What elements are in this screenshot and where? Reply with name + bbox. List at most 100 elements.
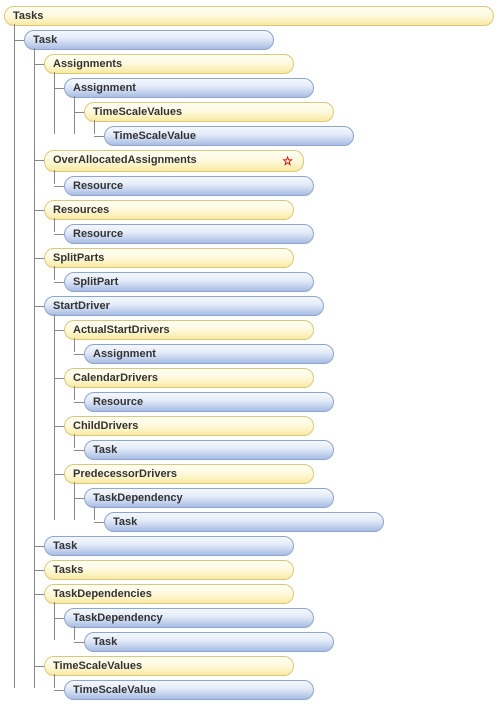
tree-node-task[interactable]: Task (84, 438, 502, 462)
node-pill[interactable]: Tasks (44, 560, 294, 580)
node-label: TaskDependency (73, 612, 163, 624)
node-pill[interactable]: Task (84, 440, 334, 460)
node-label: Task (93, 636, 117, 648)
children-container: TimeScaleValues TimeScaleValue (84, 100, 502, 148)
children-container: Task (84, 630, 502, 654)
node-pill[interactable]: TaskDependency (64, 608, 314, 628)
tree-node-resource[interactable]: Resource (84, 390, 502, 414)
tree-root: Tasks Task Assignments Assignment TimeScaleV… (4, 4, 502, 702)
node-label: TimeScaleValue (113, 130, 196, 142)
node-label: Tasks (53, 564, 83, 576)
node-label: Resource (73, 180, 123, 192)
node-pill[interactable]: Resource (64, 224, 314, 244)
node-label: SplitParts (53, 252, 104, 264)
node-pill[interactable]: OverAllocatedAssignments ☆ (44, 150, 304, 172)
tree-node-calendardrivers[interactable]: CalendarDrivers Resource (64, 366, 502, 414)
node-pill[interactable]: ActualStartDrivers (64, 320, 314, 340)
node-pill[interactable]: TimeScaleValue (64, 680, 314, 700)
tree-node-timescalevalue[interactable]: TimeScaleValue (104, 124, 502, 148)
node-pill[interactable]: Assignments (44, 54, 294, 74)
node-label: Resources (53, 204, 109, 216)
tree-node-tasks[interactable]: Tasks Task Assignments Assignment TimeScaleV… (4, 4, 502, 702)
tree-node-assignments[interactable]: AssignmentsAssignmentTimeScaleValuesTime… (44, 52, 502, 148)
children-container: Resource (64, 222, 502, 246)
tree-node-taskdependency[interactable]: TaskDependency Task (84, 486, 502, 534)
node-pill[interactable]: CalendarDrivers (64, 368, 314, 388)
node-pill[interactable]: Resources (44, 200, 294, 220)
tree-node-taskdependencies[interactable]: TaskDependencies TaskDependency Task (44, 582, 502, 654)
node-label: Assignments (53, 58, 122, 70)
node-label: StartDriver (53, 300, 110, 312)
children-container: TaskDependency Task (64, 606, 502, 654)
node-pill[interactable]: TaskDependency (84, 488, 334, 508)
node-pill[interactable]: Task (24, 30, 274, 50)
children-container: Assignment TimeScaleValues TimeScaleValue (64, 76, 502, 148)
node-label: TimeScaleValues (53, 660, 142, 672)
node-pill[interactable]: Assignment (64, 78, 314, 98)
tree-node-childdrivers[interactable]: ChildDrivers Task (64, 414, 502, 462)
children-container: Assignment (84, 342, 502, 366)
node-label: TaskDependency (93, 492, 183, 504)
tree-node-resource[interactable]: Resource (64, 174, 502, 198)
tree-node-splitpart[interactable]: SplitPart (64, 270, 502, 294)
node-pill[interactable]: PredecessorDrivers (64, 464, 314, 484)
node-label: Assignment (73, 82, 136, 94)
node-label: Task (33, 34, 57, 46)
node-pill[interactable]: Resource (84, 392, 334, 412)
children-container: Resource (84, 390, 502, 414)
node-label: TimeScaleValues (93, 106, 182, 118)
node-label: TaskDependencies (53, 588, 152, 600)
tree-node-predecessordrivers[interactable]: PredecessorDrivers TaskDependency Task (64, 462, 502, 534)
node-pill[interactable]: Task (104, 512, 384, 532)
node-label: Resource (73, 228, 123, 240)
node-label: ActualStartDrivers (73, 324, 170, 336)
tree-node-timescalevalues[interactable]: TimeScaleValues TimeScaleValue (44, 654, 502, 702)
node-pill[interactable]: TaskDependencies (44, 584, 294, 604)
star-icon: ☆ (282, 154, 293, 168)
node-pill[interactable]: Resource (64, 176, 314, 196)
tree-node-splitparts[interactable]: SplitParts SplitPart (44, 246, 502, 294)
tree-node-task[interactable]: Task (44, 534, 502, 558)
node-label: Tasks (13, 10, 43, 22)
node-label: Task (93, 444, 117, 456)
tree-node-tasks[interactable]: Tasks (44, 558, 502, 582)
tree-node-resource[interactable]: Resource (64, 222, 502, 246)
tree-node-overallocatedassignments[interactable]: OverAllocatedAssignments ☆ Resource (44, 148, 502, 198)
children-container: TimeScaleValue (104, 124, 502, 148)
children-container: Resource (64, 174, 502, 198)
tree-node-task[interactable]: Task (84, 630, 502, 654)
node-pill[interactable]: TimeScaleValues (44, 656, 294, 676)
node-label: OverAllocatedAssignments (53, 154, 197, 166)
node-pill[interactable]: TimeScaleValues (84, 102, 334, 122)
node-label: ChildDrivers (73, 420, 138, 432)
node-pill[interactable]: TimeScaleValue (104, 126, 354, 146)
children-container: ActualStartDrivers Assignment CalendarDriv… (64, 318, 502, 534)
tree-node-startdriver[interactable]: StartDriver ActualStartDrivers Assignment C… (44, 294, 502, 534)
tree-node-actualstartdrivers[interactable]: ActualStartDrivers Assignment (64, 318, 502, 366)
tree-node-task[interactable]: Task (104, 510, 502, 534)
node-pill[interactable]: SplitPart (64, 272, 314, 292)
tree-node-timescalevalue[interactable]: TimeScaleValue (64, 678, 502, 702)
tree-node-resources[interactable]: Resources Resource (44, 198, 502, 246)
node-label: PredecessorDrivers (73, 468, 177, 480)
tree-node-task[interactable]: Task Assignments Assignment TimeScaleValues… (24, 28, 502, 702)
tree-node-taskdependency[interactable]: TaskDependency Task (64, 606, 502, 654)
children-container: TaskDependency Task (84, 486, 502, 534)
node-label: Task (53, 540, 77, 552)
node-pill[interactable]: StartDriver (44, 296, 324, 316)
children-container: AssignmentsAssignmentTimeScaleValuesTime… (44, 52, 502, 702)
node-pill[interactable]: Assignment (84, 344, 334, 364)
tree-node-timescalevalues[interactable]: TimeScaleValues TimeScaleValue (84, 100, 502, 148)
node-label: TimeScaleValue (73, 684, 156, 696)
children-container: Task (84, 438, 502, 462)
node-pill[interactable]: Task (84, 632, 334, 652)
node-pill[interactable]: Task (44, 536, 294, 556)
node-label: Resource (93, 396, 143, 408)
children-container: Task Assignments Assignment TimeScaleValues… (24, 28, 502, 702)
tree-node-assignment[interactable]: Assignment (84, 342, 502, 366)
node-label: Assignment (93, 348, 156, 360)
node-pill[interactable]: ChildDrivers (64, 416, 314, 436)
node-pill[interactable]: SplitParts (44, 248, 294, 268)
tree-node-assignment[interactable]: Assignment TimeScaleValues TimeScaleValue (64, 76, 502, 148)
node-pill[interactable]: Tasks (4, 6, 494, 26)
